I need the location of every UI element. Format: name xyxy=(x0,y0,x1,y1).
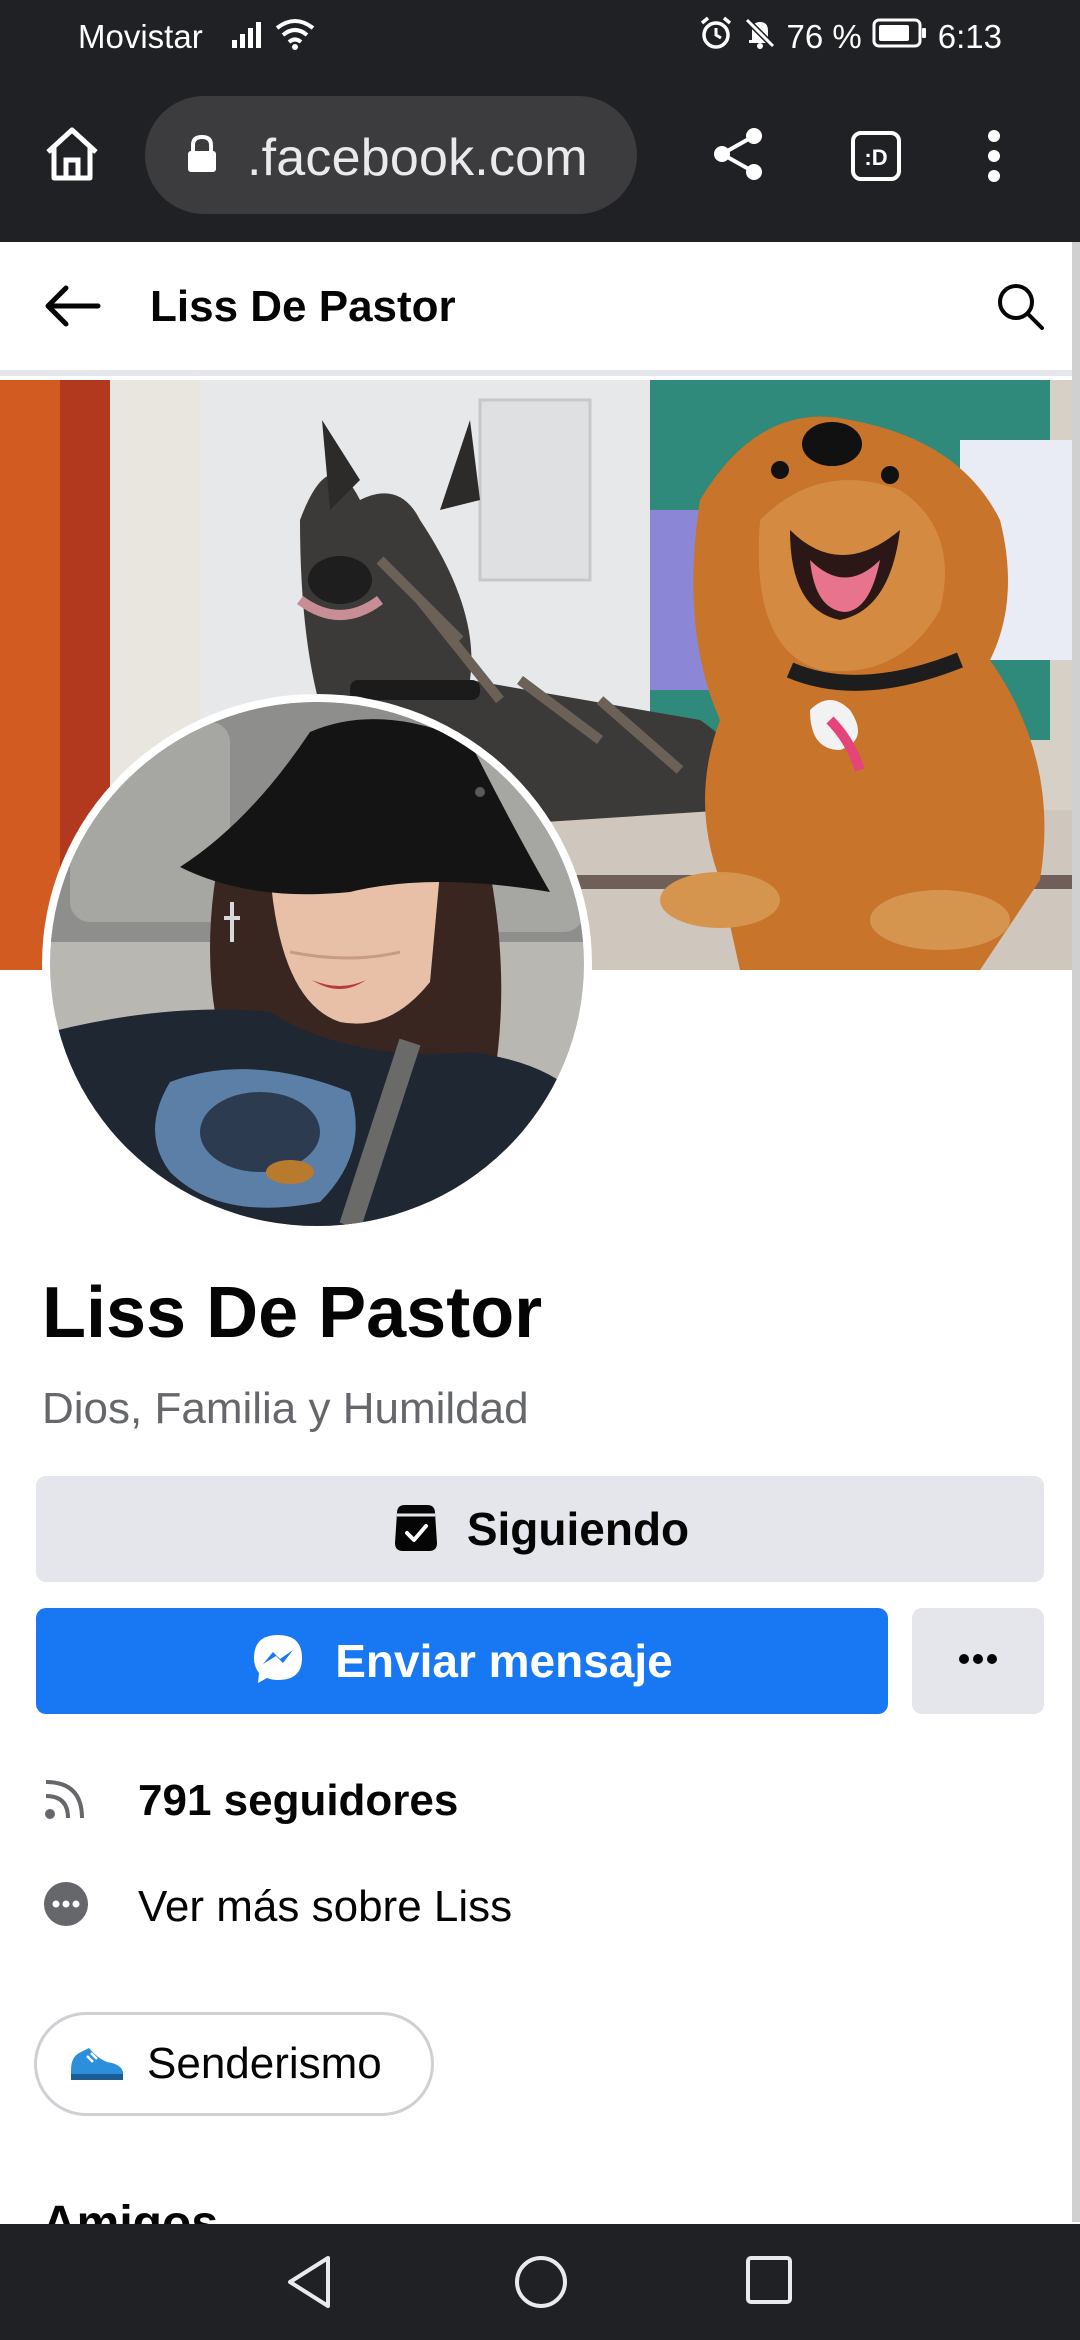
browser-toolbar: .facebook.com :D xyxy=(0,72,1080,242)
svg-text::D: :D xyxy=(864,145,887,170)
followers-row[interactable]: 791 seguidores xyxy=(42,1774,458,1827)
screen: Movistar 76 % 6:13 .facebook.com:D Liss… xyxy=(0,0,1080,2340)
system-nav-bar xyxy=(0,2224,1080,2340)
messenger-icon xyxy=(251,1632,305,1691)
status-bar: Movistar 76 % 6:13 xyxy=(0,0,1080,72)
search-icon[interactable] xyxy=(994,280,1046,337)
profile-picture[interactable] xyxy=(42,694,592,1234)
address-bar[interactable]: .facebook.com xyxy=(145,96,637,214)
home-nav-icon[interactable] xyxy=(513,2254,569,2315)
recents-nav-icon[interactable] xyxy=(744,2254,794,2311)
carrier-name: Movistar xyxy=(78,18,203,55)
back-nav-icon[interactable] xyxy=(284,2254,334,2315)
battery-percentage: 76 % xyxy=(786,18,862,55)
more-horiz-icon xyxy=(958,1652,998,1670)
friends-heading: Amigos xyxy=(42,2197,219,2226)
page-title: Liss De Pastor xyxy=(150,282,456,331)
wifi-icon xyxy=(275,18,315,55)
home-icon[interactable] xyxy=(42,124,102,187)
tab-switcher-icon[interactable]: :D xyxy=(850,130,902,187)
followers-count: 791 seguidores xyxy=(138,1775,459,1825)
clock: 6:13 xyxy=(937,18,1002,55)
following-button[interactable]: Siguiendo xyxy=(36,1476,1044,1582)
about-link: Ver más sobre Liss xyxy=(138,1881,513,1931)
status-right: 76 % 6:13 xyxy=(699,16,1002,58)
profile-name: Liss De Pastor xyxy=(42,1273,543,1353)
signal-icon xyxy=(232,20,268,53)
mute-icon xyxy=(743,16,777,58)
more-vert-icon[interactable] xyxy=(986,128,1002,189)
lock-icon xyxy=(185,134,219,179)
interest-chip[interactable]: Senderismo xyxy=(34,2012,434,2116)
more-options-button[interactable] xyxy=(912,1608,1044,1714)
share-icon[interactable] xyxy=(712,126,766,187)
url-text: .facebook.com xyxy=(247,129,588,187)
send-message-button[interactable]: Enviar mensaje xyxy=(36,1608,888,1714)
sneaker-icon xyxy=(67,2042,125,2087)
send-message-label: Enviar mensaje xyxy=(335,1635,673,1687)
about-row[interactable]: Ver más sobre Liss xyxy=(42,1880,512,1933)
profile-bio: Dios, Familia y Humildad xyxy=(42,1384,529,1433)
following-check-icon xyxy=(391,1501,441,1558)
scrollbar[interactable] xyxy=(1072,242,1080,2222)
page-header: Liss De Pastor xyxy=(0,242,1072,376)
interest-label: Senderismo xyxy=(147,2039,382,2088)
battery-icon xyxy=(872,18,928,56)
following-label: Siguiendo xyxy=(466,1503,690,1555)
rss-icon xyxy=(42,1774,90,1827)
more-circle-icon xyxy=(42,1880,90,1933)
arrow-left-icon[interactable] xyxy=(42,284,102,333)
alarm-icon xyxy=(699,16,733,58)
